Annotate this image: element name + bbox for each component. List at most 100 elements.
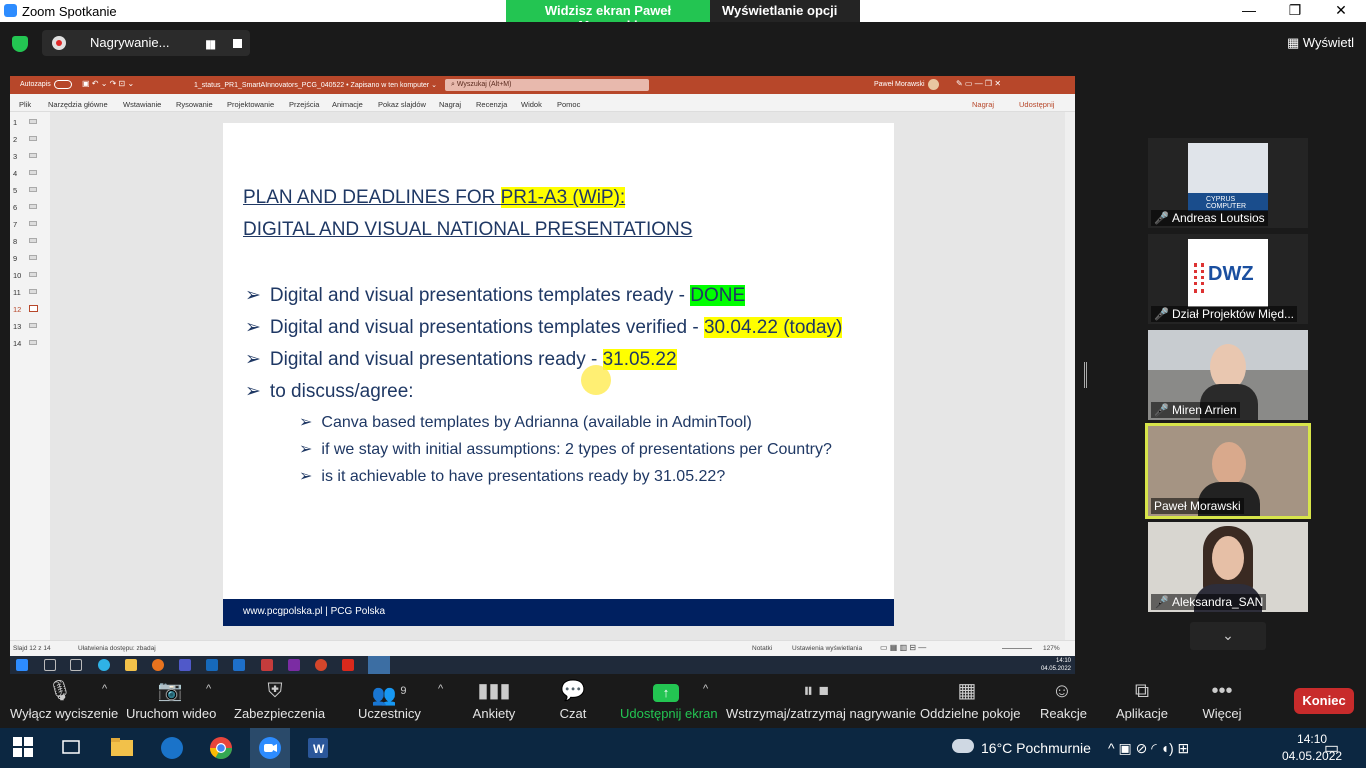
folder-icon[interactable] xyxy=(125,659,137,671)
restore-button[interactable]: ❐ xyxy=(1272,2,1318,19)
polls-button[interactable]: ▮▮▮ Ankiety xyxy=(472,676,516,721)
windows-start-icon[interactable] xyxy=(16,659,28,671)
search-icon[interactable] xyxy=(44,659,56,671)
ribbon-tab-widok[interactable]: Widok xyxy=(521,100,542,109)
ppt-vertical-scrollbar[interactable] xyxy=(1065,112,1075,640)
ppt-search-input[interactable]: ⌕ Wyszukaj (Alt+M) xyxy=(445,79,649,91)
ribbon-tab-plik[interactable]: Plik xyxy=(19,100,31,109)
slide-thumbnail[interactable]: 12 xyxy=(13,305,43,314)
ribbon-tab-projektowanie[interactable]: Projektowanie xyxy=(227,100,274,109)
pause-stop-recording-button[interactable]: ⏸ ⏹ Wstrzymaj/zatrzymaj nagrywanie xyxy=(726,676,916,721)
share-options-caret[interactable]: ^ xyxy=(703,683,708,695)
onenote-icon[interactable] xyxy=(288,659,300,671)
powerpoint-icon[interactable] xyxy=(315,659,327,671)
ppt-zoom-level[interactable]: 127% xyxy=(1043,645,1060,652)
view-button[interactable]: ▦ Wyświetl xyxy=(1287,35,1354,51)
security-button[interactable]: ⛨ Zabezpieczenia xyxy=(234,676,325,721)
participant-tile[interactable]: DWZ 🎤 Dział Projektów Międ... xyxy=(1148,234,1308,324)
slide-thumbnail[interactable]: 7 xyxy=(13,220,43,229)
autosave-toggle[interactable] xyxy=(54,80,72,89)
ppt-window-controls[interactable]: ✎ ▭ — ❐ ✕ xyxy=(956,79,1001,88)
weather-text[interactable]: 16°C Pochmurnie xyxy=(981,740,1091,756)
participant-tile[interactable]: 🎤 Miren Arrien xyxy=(1148,330,1308,420)
slide-thumbnail[interactable]: 6 xyxy=(13,203,43,212)
zoom-icon[interactable] xyxy=(258,736,282,760)
app-icon[interactable] xyxy=(261,659,273,671)
ppt-share-btn[interactable]: Udostępnij xyxy=(1019,100,1054,109)
start-video-button[interactable]: 📷 Uruchom wideo xyxy=(126,676,216,721)
audio-options-caret[interactable]: ^ xyxy=(102,683,107,695)
ribbon-tab-narzędzia-główne[interactable]: Narzędzia główne xyxy=(48,100,108,109)
ppt-record-btn[interactable]: Nagraj xyxy=(972,100,994,109)
display-settings-button[interactable]: Ustawienia wyświetlania xyxy=(792,645,862,652)
chrome-icon[interactable] xyxy=(209,736,233,760)
apps-button[interactable]: ⧉ Aplikacje xyxy=(1116,676,1168,721)
slide-thumbnail[interactable]: 3 xyxy=(13,152,43,161)
participants-button[interactable]: 👥 9 Uczestnicy xyxy=(358,676,421,721)
participant-tile[interactable]: CYPRUS COMPUTER 🎤 Andreas Loutsios xyxy=(1148,138,1308,228)
slide-thumbnail[interactable]: 13 xyxy=(13,322,43,331)
slide-thumbnail[interactable]: 11 xyxy=(13,288,43,297)
unmute-button[interactable]: 🎙 Wyłącz wyciszenie xyxy=(10,676,118,721)
slide-thumbnail[interactable]: 9 xyxy=(13,254,43,263)
reactions-button[interactable]: ☺ Reakcje xyxy=(1040,676,1087,721)
breakout-label: Oddzielne pokoje xyxy=(920,706,1021,721)
video-options-caret[interactable]: ^ xyxy=(206,683,211,695)
slide-thumbnail[interactable]: 4 xyxy=(13,169,43,178)
ribbon-tab-pomoc[interactable]: Pomoc xyxy=(557,100,580,109)
word-icon[interactable] xyxy=(233,659,245,671)
ribbon-tab-przejścia[interactable]: Przejścia xyxy=(289,100,319,109)
task-view-icon[interactable] xyxy=(60,736,84,760)
ribbon-tab-nagraj[interactable]: Nagraj xyxy=(439,100,461,109)
slide-thumbnail[interactable]: 1 xyxy=(13,118,43,127)
breakout-rooms-button[interactable]: ▦ Oddzielne pokoje xyxy=(920,676,1020,721)
notes-button[interactable]: Notatki xyxy=(752,645,772,652)
word-icon[interactable]: W xyxy=(306,736,330,760)
task-view-icon[interactable] xyxy=(70,659,82,671)
zoom-taskbar-icon[interactable] xyxy=(368,656,390,674)
ribbon-tab-pokaz-slajdów[interactable]: Pokaz slajdów xyxy=(378,100,426,109)
pause-recording-button[interactable]: ▮▮ xyxy=(205,37,216,51)
view-options-dropdown[interactable]: Wyświetlanie opcji ⌄ xyxy=(710,0,860,33)
splitter-handle[interactable] xyxy=(1084,362,1087,388)
stop-recording-button[interactable] xyxy=(233,39,242,48)
slide-thumbnail[interactable]: 10 xyxy=(13,271,43,280)
participants-count: 9 xyxy=(400,685,407,697)
emoji-icon: ☺ xyxy=(1051,680,1073,702)
zoom-slider[interactable] xyxy=(1002,648,1032,649)
outlook-icon[interactable] xyxy=(206,659,218,671)
minimize-button[interactable]: — xyxy=(1226,2,1272,18)
notifications-icon[interactable]: ▭ xyxy=(1324,738,1339,758)
firefox-icon[interactable] xyxy=(152,659,164,671)
ribbon-tab-wstawianie[interactable]: Wstawianie xyxy=(123,100,161,109)
more-button[interactable]: ••• Więcej xyxy=(1202,676,1242,721)
participant-tile-active[interactable]: Paweł Morawski xyxy=(1145,423,1311,519)
ribbon-tab-recenzja[interactable]: Recenzja xyxy=(476,100,507,109)
file-explorer-icon[interactable] xyxy=(110,736,134,760)
ribbon-tab-animacje[interactable]: Animacje xyxy=(332,100,363,109)
participant-tile[interactable]: 🎤 Aleksandra_SAN xyxy=(1148,522,1308,612)
scroll-down-gallery-button[interactable]: ⌄ xyxy=(1190,622,1266,650)
slide-thumbnail[interactable]: 14 xyxy=(13,339,43,348)
participants-options-caret[interactable]: ^ xyxy=(438,683,443,695)
accessibility-status[interactable]: Ułatwienia dostępu: zbadaj xyxy=(78,645,156,652)
close-button[interactable]: ✕ xyxy=(1318,2,1364,19)
end-meeting-button[interactable]: Koniec xyxy=(1294,688,1354,714)
tray-icons[interactable]: ^ ▣ ⊘ ◜ ◖) ⊞ xyxy=(1108,740,1189,757)
avatar[interactable] xyxy=(928,79,939,90)
outlook-icon[interactable] xyxy=(160,736,184,760)
teams-icon[interactable] xyxy=(179,659,191,671)
share-screen-button[interactable]: ↑ Udostępnij ekran xyxy=(620,676,718,721)
acrobat-icon[interactable] xyxy=(342,659,354,671)
slide-thumbnail[interactable]: 2 xyxy=(13,135,43,144)
chat-button[interactable]: 💬 Czat xyxy=(556,676,590,721)
edge-icon[interactable] xyxy=(98,659,110,671)
slide-thumbnail[interactable]: 5 xyxy=(13,186,43,195)
quick-access-icons[interactable]: ▣ ↶ ⌄ ↷ ⊡ ⌄ xyxy=(82,79,134,88)
ribbon-tab-rysowanie[interactable]: Rysowanie xyxy=(176,100,213,109)
cursor-highlight xyxy=(581,365,611,395)
view-mode-icons[interactable]: ▭ ▦ ▥ ⊟ — xyxy=(880,643,926,652)
windows-start-icon[interactable] xyxy=(12,736,36,760)
encryption-shield-icon[interactable] xyxy=(12,36,28,52)
slide-thumbnail[interactable]: 8 xyxy=(13,237,43,246)
